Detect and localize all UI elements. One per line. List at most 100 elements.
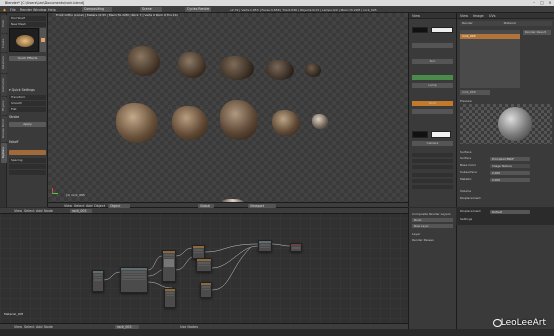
node-header bbox=[93, 271, 103, 274]
node-material-output[interactable] bbox=[290, 243, 302, 252]
quick-effects-button[interactable]: Quick Effects bbox=[9, 56, 46, 61]
rock-object[interactable] bbox=[128, 46, 160, 76]
menu-file[interactable]: File bbox=[10, 8, 16, 12]
node-name-field[interactable]: Node bbox=[412, 218, 453, 222]
section-label: Quick Settings bbox=[11, 88, 35, 92]
node-image-texture[interactable] bbox=[196, 258, 212, 272]
uv-menu-image[interactable]: Image bbox=[473, 14, 484, 18]
tool-shelf-field[interactable]: Tool Shelf bbox=[9, 16, 46, 21]
material-slot-list[interactable]: rock_005 bbox=[460, 30, 520, 88]
n-panel-field[interactable] bbox=[412, 159, 453, 163]
node-header bbox=[197, 259, 211, 262]
n-panel-item-rock[interactable]: Rock bbox=[412, 101, 453, 106]
rock-object[interactable] bbox=[178, 52, 206, 78]
rock-object[interactable] bbox=[305, 63, 321, 77]
image-name-field[interactable]: rock_005 bbox=[460, 90, 490, 95]
node-image-thumbnail bbox=[164, 259, 174, 268]
node-principled-bsdf[interactable] bbox=[258, 240, 272, 252]
render-passes-label: Render Passes bbox=[412, 238, 434, 242]
node-mapping[interactable] bbox=[120, 267, 148, 293]
node-row bbox=[292, 247, 300, 249]
node-normal-map[interactable] bbox=[200, 282, 212, 298]
tab-grease-pencil[interactable]: Grease Pencil bbox=[0, 116, 7, 142]
metallic-field[interactable]: 0.000 bbox=[490, 177, 530, 182]
n-panel-field[interactable] bbox=[412, 173, 453, 177]
scene-dropdown[interactable]: Scene bbox=[140, 7, 162, 12]
brush-side-strip[interactable] bbox=[40, 28, 46, 52]
properties-tabs[interactable]: Render Material bbox=[460, 21, 552, 26]
tab-tools[interactable]: Tools bbox=[0, 15, 7, 33]
smooth-field[interactable]: Smooth bbox=[9, 101, 46, 106]
n-panel-item-sun[interactable]: Sun bbox=[412, 59, 453, 64]
node-color-ramp[interactable] bbox=[192, 245, 205, 259]
n-panel-field[interactable] bbox=[412, 179, 453, 183]
tab-animation[interactable]: Animation bbox=[0, 74, 7, 96]
layer-label: Layer bbox=[412, 232, 421, 236]
n-panel-item-lamp[interactable]: Lamp bbox=[412, 83, 453, 88]
rock-object[interactable] bbox=[266, 60, 294, 80]
properties-header: View Image UVs bbox=[457, 13, 554, 19]
subsurface-field[interactable]: 0.000 bbox=[490, 170, 530, 175]
render-result-dropdown[interactable]: Render Result bbox=[523, 30, 551, 35]
color-input-dropdown[interactable]: Image Texture bbox=[490, 163, 530, 168]
n-panel-item-camera[interactable]: Camera bbox=[412, 141, 453, 146]
color-swatch-white[interactable] bbox=[431, 27, 453, 33]
rock-object[interactable] bbox=[312, 114, 328, 129]
uv-menu-uvs[interactable]: UVs bbox=[489, 14, 496, 18]
tab-render[interactable]: Render bbox=[462, 21, 473, 25]
rock-object[interactable] bbox=[272, 110, 300, 136]
material-slot-item[interactable]: rock_005 bbox=[460, 34, 520, 39]
menu-render[interactable]: Render bbox=[20, 8, 32, 12]
node-row bbox=[166, 294, 174, 297]
menu-window[interactable]: Window bbox=[33, 8, 46, 12]
color-swatch-dark[interactable] bbox=[412, 131, 428, 138]
option-field-a[interactable] bbox=[9, 164, 46, 169]
n-panel-field[interactable] bbox=[412, 185, 453, 189]
apply-button[interactable]: Apply bbox=[9, 122, 46, 127]
render-engine-dropdown[interactable]: Cycles Render bbox=[185, 7, 211, 12]
flat-field[interactable]: Flat bbox=[9, 107, 46, 112]
watermark-text: LeoLeeArt bbox=[500, 318, 546, 328]
node-header bbox=[291, 244, 301, 247]
tab-options[interactable]: Options bbox=[0, 143, 7, 163]
scene-stats: v2.79 | Verts:1,853 | Faces:3,658 | Tris… bbox=[230, 7, 377, 12]
node-texture-coordinate[interactable] bbox=[92, 270, 104, 292]
brush-strength-slider[interactable] bbox=[9, 150, 46, 155]
rock-object[interactable] bbox=[220, 100, 258, 140]
option-field-b[interactable] bbox=[9, 170, 46, 175]
uv-menu-view[interactable]: View bbox=[460, 14, 468, 18]
color-swatch-light[interactable] bbox=[431, 131, 451, 138]
tab-create[interactable]: Create bbox=[0, 34, 7, 52]
n-panel-active-layer[interactable] bbox=[412, 75, 453, 80]
blender-logo-icon[interactable]: ◉ bbox=[3, 8, 6, 12]
n-panel-field[interactable] bbox=[412, 109, 453, 114]
node-image-texture[interactable] bbox=[164, 288, 176, 308]
layout-dropdown[interactable]: Compositing bbox=[82, 7, 112, 12]
surface-shader-dropdown[interactable]: Principled BSDF bbox=[490, 156, 530, 161]
spacing-field[interactable]: Spacing bbox=[9, 158, 46, 163]
node-row bbox=[122, 271, 146, 273]
menu-help[interactable]: Help bbox=[48, 8, 56, 12]
node-row bbox=[166, 292, 174, 294]
n-panel-field[interactable] bbox=[412, 165, 453, 169]
color-swatch-black[interactable] bbox=[412, 27, 428, 33]
node-header bbox=[121, 268, 147, 271]
tab-relations[interactable]: Relations bbox=[0, 53, 7, 73]
n-panel-slot[interactable] bbox=[412, 43, 453, 48]
new-mesh-field[interactable]: New Mesh bbox=[9, 22, 46, 27]
n-panel: View Sun Lamp Rock Camera bbox=[408, 13, 457, 207]
transform-field[interactable]: Transform bbox=[9, 95, 46, 100]
rock-object[interactable] bbox=[220, 56, 254, 80]
tab-material[interactable]: Material bbox=[504, 21, 516, 25]
displacement-dropdown[interactable]: Default bbox=[490, 209, 530, 214]
brush-preview[interactable] bbox=[9, 28, 39, 52]
stroke-label: Stroke bbox=[9, 115, 20, 119]
material-preview[interactable] bbox=[460, 104, 552, 144]
surface-section-label: Surface bbox=[460, 150, 472, 154]
node-image-texture[interactable] bbox=[162, 250, 176, 282]
rock-object[interactable] bbox=[172, 106, 208, 140]
new-layer-button[interactable]: New Layer bbox=[412, 224, 453, 228]
rock-object[interactable] bbox=[116, 103, 158, 143]
tab-physics[interactable]: Physics bbox=[0, 97, 7, 115]
n-panel-field[interactable] bbox=[412, 153, 453, 157]
